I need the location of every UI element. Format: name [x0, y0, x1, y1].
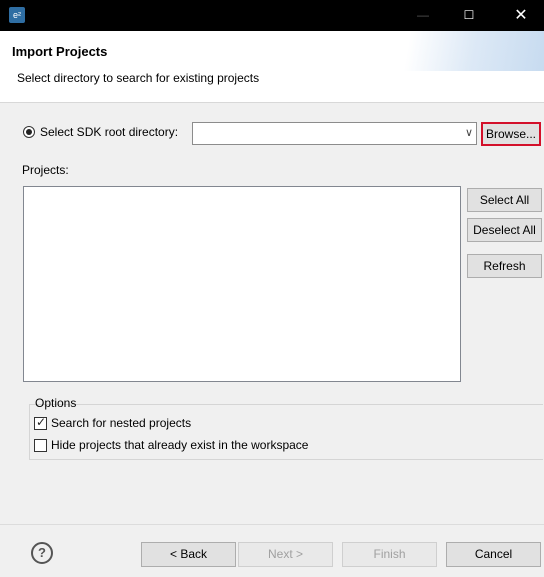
page-title: Import Projects — [12, 44, 108, 59]
chevron-down-icon[interactable]: ∨ — [465, 126, 473, 139]
header-banner-art — [364, 31, 544, 71]
back-button[interactable]: < Back — [141, 542, 236, 567]
hide-existing-label[interactable]: Hide projects that already exist in the … — [51, 438, 308, 452]
close-button[interactable]: ✕ — [498, 0, 544, 31]
next-button[interactable]: Next > — [238, 542, 333, 567]
footer-divider — [0, 524, 544, 525]
wizard-header: Import Projects Select directory to sear… — [0, 31, 544, 103]
finish-button[interactable]: Finish — [342, 542, 437, 567]
app-icon: e² — [9, 7, 25, 23]
minimize-button[interactable]: — — [400, 0, 446, 31]
sdk-root-radio-label[interactable]: Select SDK root directory: — [40, 125, 178, 139]
sdk-root-radio[interactable] — [23, 126, 35, 138]
browse-button-label: Browse... — [485, 127, 536, 141]
browse-button[interactable]: Browse... — [481, 122, 541, 146]
cancel-button[interactable]: Cancel — [446, 542, 541, 567]
options-label: Options — [35, 396, 77, 410]
projects-label: Projects: — [22, 163, 69, 177]
page-description: Select directory to search for existing … — [17, 71, 260, 85]
help-icon[interactable]: ? — [31, 542, 53, 564]
projects-list[interactable] — [23, 186, 461, 382]
maximize-button[interactable]: ☐ — [446, 0, 492, 31]
refresh-button[interactable]: Refresh — [467, 254, 542, 278]
import-projects-dialog: e² — ☐ ✕ Import Projects Select director… — [0, 0, 544, 577]
search-nested-label[interactable]: Search for nested projects — [51, 416, 191, 430]
select-all-button[interactable]: Select All — [467, 188, 542, 212]
sdk-root-directory-combo[interactable]: ∨ — [192, 122, 477, 145]
deselect-all-button[interactable]: Deselect All — [467, 218, 542, 242]
search-nested-checkbox[interactable] — [34, 415, 47, 430]
title-bar[interactable]: e² — ☐ ✕ — [0, 0, 544, 31]
hide-existing-checkbox[interactable] — [34, 439, 47, 452]
